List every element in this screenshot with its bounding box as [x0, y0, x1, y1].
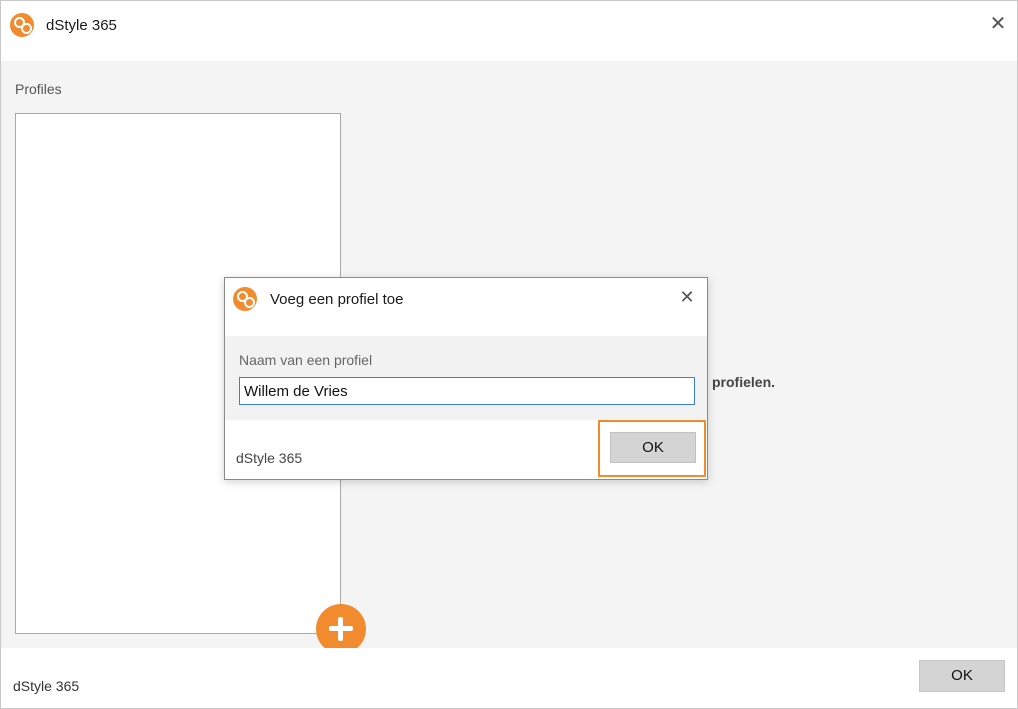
add-profile-dialog: Voeg een profiel toe ✕ Naam van een prof…: [224, 277, 708, 480]
hint-text: profielen.: [712, 374, 776, 390]
add-profile-button[interactable]: [316, 604, 366, 654]
close-icon[interactable]: ✕: [677, 287, 697, 307]
footer-brand: dStyle 365: [13, 678, 80, 694]
title-bar: dStyle 365 ✕: [1, 1, 1017, 61]
profile-name-input[interactable]: [239, 377, 695, 405]
ok-button-focus-ring: OK: [598, 420, 706, 477]
ok-button[interactable]: OK: [919, 660, 1005, 692]
window-title: dStyle 365: [46, 17, 117, 34]
footer: dStyle 365 OK: [1, 648, 1017, 708]
dialog-ok-button[interactable]: OK: [610, 432, 696, 463]
dstyle-logo-icon: [10, 13, 34, 37]
dialog-title-bar: Voeg een profiel toe ✕: [225, 278, 707, 336]
dstyle-logo-icon: [233, 287, 257, 311]
profiles-label: Profiles: [15, 81, 62, 97]
profile-name-label: Naam van een profiel: [239, 352, 373, 368]
close-icon[interactable]: ✕: [987, 13, 1009, 35]
dialog-title: Voeg een profiel toe: [270, 291, 404, 308]
dialog-body: Naam van een profiel: [225, 336, 707, 420]
dialog-footer-brand: dStyle 365: [236, 450, 303, 466]
